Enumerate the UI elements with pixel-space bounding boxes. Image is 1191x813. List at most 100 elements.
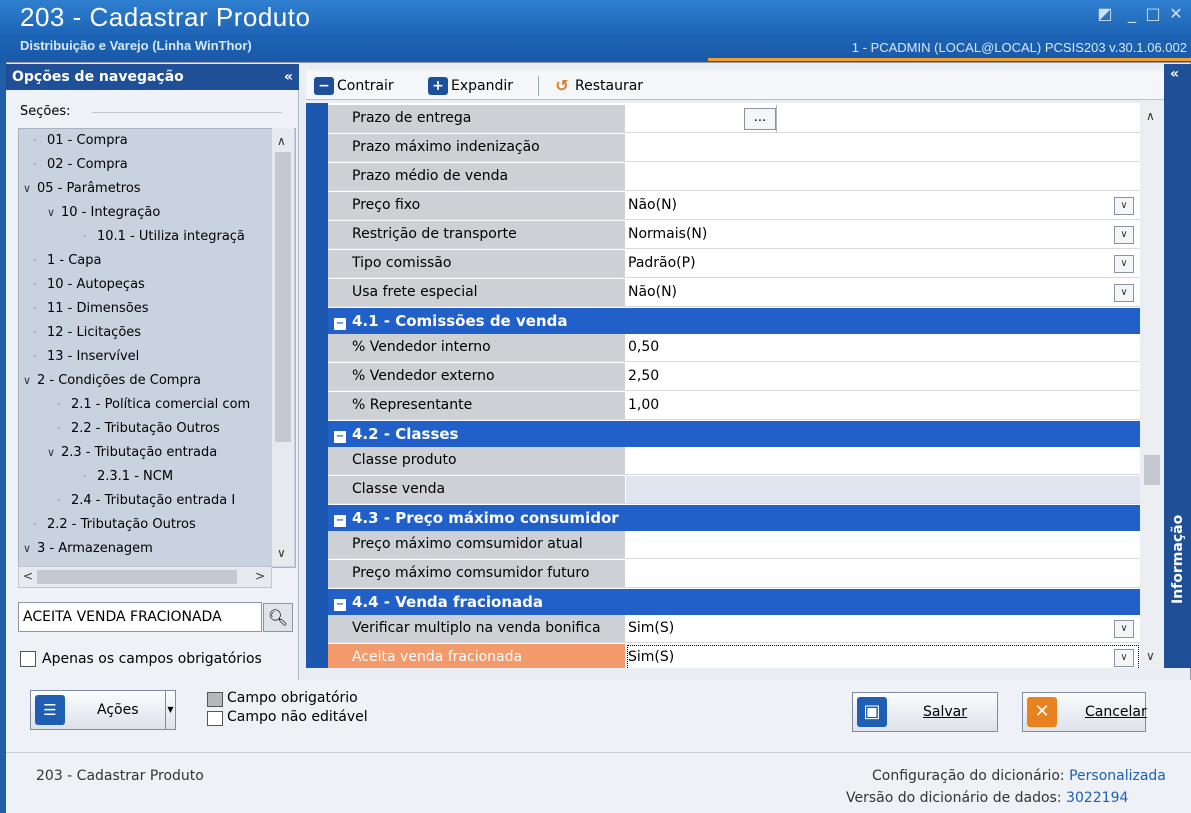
expand-chevron-icon[interactable]: ∨ [23,369,37,393]
property-value[interactable]: Sim(S) ∨ [626,615,1140,642]
property-row[interactable]: Prazo médio de venda [328,163,1140,191]
property-value[interactable]: 1,00 [626,392,1140,419]
expand-chevron-icon[interactable]: ∨ [23,537,37,561]
tree-item[interactable]: · 2.2 - Tributação Outros [57,417,220,441]
property-row[interactable]: Preço fixo Não(N) ∨ [328,192,1140,220]
actions-dropdown-icon[interactable]: ▼ [165,691,175,729]
expand-info-icon[interactable]: « [1170,66,1179,82]
property-row[interactable]: Prazo de entrega... [328,105,1140,133]
dropdown-chevron-icon[interactable]: ∨ [1114,620,1134,638]
property-value[interactable] [626,163,1140,190]
section-header[interactable]: −4.2 - Classes [328,421,1140,447]
minimize-icon[interactable]: _ [1122,4,1142,24]
scroll-right-icon[interactable]: > [255,569,265,583]
restore-window-icon[interactable]: ◩ [1095,4,1115,24]
save-button[interactable]: ▣ Salvar [852,692,998,732]
section-header[interactable]: −4.3 - Preço máximo consumidor [328,505,1140,531]
cancel-button[interactable]: ✕ Cancelar [1022,692,1147,732]
tree-item[interactable]: · 2.2 - Tributação Outros [33,513,196,537]
collapse-section-icon[interactable]: − [334,431,346,443]
property-row[interactable]: % Vendedor interno 0,50 [328,334,1140,362]
property-row[interactable]: % Representante 1,00 [328,392,1140,420]
tree-item[interactable]: · 1 - Capa [33,249,102,273]
tree-item[interactable]: · 01 - Compra [33,129,128,153]
expand-chevron-icon[interactable]: ∨ [47,441,61,465]
tree-item[interactable]: · 2.1 - Política comercial com [57,393,250,417]
tree-item[interactable]: · 2.4 - Tributação entrada I [57,489,235,513]
property-row[interactable]: Aceita venda fracionada Sim(S) ∨ [328,644,1140,668]
tree-item[interactable]: · 10 - Autopeças [33,273,145,297]
dict-config-value[interactable]: Personalizada [1069,768,1166,784]
property-value[interactable]: Normais(N) ∨ [626,221,1140,248]
search-icon[interactable]: 🔍︎ [263,603,293,632]
section-header[interactable]: −4.1 - Comissões de venda [328,308,1140,334]
tree-item[interactable]: ∨ 05 - Parâmetros [23,177,141,201]
property-row[interactable]: Verificar multiplo na venda bonifica Sim(… [328,615,1140,643]
maximize-icon[interactable]: □ [1143,4,1163,24]
property-value[interactable]: 0,50 [626,334,1140,361]
property-value[interactable]: Padrão(P) ∨ [626,250,1140,277]
property-value[interactable] [626,476,1140,503]
expand-button[interactable]: + Expandir [428,76,513,96]
collapse-section-icon[interactable]: − [334,515,346,527]
property-row[interactable]: Classe venda [328,476,1140,504]
tree-item[interactable]: · 11 - Dimensões [33,297,149,321]
property-value[interactable]: Não(N) ∨ [626,192,1140,219]
collapse-section-icon[interactable]: − [334,318,346,330]
scroll-left-icon[interactable]: < [23,569,33,583]
tree-item[interactable]: · 10.1 - Utiliza integraçã [83,225,245,249]
property-row[interactable]: Usa frete especial Não(N) ∨ [328,279,1140,307]
close-icon[interactable]: ✕ [1166,4,1186,24]
actions-button[interactable]: ☰ Ações ▼ [30,690,176,730]
tree-item[interactable]: · 13 - Inservível [33,345,139,369]
expand-chevron-icon[interactable]: ∨ [23,177,37,201]
property-row[interactable]: Tipo comissão Padrão(P) ∨ [328,250,1140,278]
property-value[interactable]: Sim(S) ∨ [626,644,1140,668]
scrollbar-thumb[interactable] [275,152,291,442]
property-value[interactable] [626,447,1140,474]
tree-item[interactable]: ∨ 3 - Armazenagem [23,537,153,561]
property-row[interactable]: Restrição de transporte Normais(N) ∨ [328,221,1140,249]
scrollbar-thumb[interactable] [37,570,237,584]
scroll-down-icon[interactable]: ∨ [1146,649,1155,663]
collapse-section-icon[interactable]: − [334,599,346,611]
property-row[interactable]: Preço máximo comsumidor atual [328,531,1140,559]
collapse-nav-icon[interactable]: « [284,64,293,90]
tree-item[interactable]: ∨ 2 - Condições de Compra [23,369,201,393]
property-row[interactable]: Classe produto [328,447,1140,475]
tree-item[interactable]: ∨ 2.3 - Tributação entrada [47,441,217,465]
property-row[interactable]: % Vendedor externo 2,50 [328,363,1140,391]
restore-button[interactable]: ↺ Restaurar [552,76,643,96]
property-value[interactable]: 2,50 [626,363,1140,390]
expand-chevron-icon[interactable]: ∨ [47,201,61,225]
collapse-button[interactable]: − Contrair [314,76,394,96]
section-header[interactable]: −4.4 - Venda fracionada [328,589,1140,615]
dropdown-chevron-icon[interactable]: ∨ [1114,197,1134,215]
property-row[interactable]: Prazo máximo indenização [328,134,1140,162]
property-row[interactable]: Preço máximo comsumidor futuro [328,560,1140,588]
scroll-up-icon[interactable]: ∧ [1146,109,1155,123]
grid-vertical-scrollbar[interactable]: ∧ ∨ [1142,103,1162,668]
tree-item[interactable]: ∨ 10 - Integração [47,201,160,225]
dropdown-chevron-icon[interactable]: ∨ [1114,255,1134,273]
property-value[interactable]: ... [626,105,1140,132]
dropdown-chevron-icon[interactable]: ∨ [1114,226,1134,244]
property-value[interactable] [626,560,1140,587]
dropdown-chevron-icon[interactable]: ∨ [1114,649,1134,667]
tree-horizontal-scrollbar[interactable]: < > [18,566,272,588]
only-required-checkbox[interactable] [20,651,36,667]
dropdown-chevron-icon[interactable]: ∨ [1114,284,1134,302]
search-input[interactable]: ACEITA VENDA FRACIONADA [18,602,262,632]
tree-item[interactable]: · 2.3.1 - NCM [83,465,173,489]
info-panel[interactable]: « Informação [1164,64,1191,668]
scroll-down-icon[interactable]: ∨ [277,546,286,560]
property-value[interactable] [626,531,1140,558]
tree-vertical-scrollbar[interactable]: ∧ ∨ [272,128,294,566]
tree-item[interactable]: · 12 - Licitações [33,321,141,345]
scrollbar-thumb[interactable] [1144,455,1160,485]
tree-item[interactable]: · 02 - Compra [33,153,128,177]
scroll-up-icon[interactable]: ∧ [277,134,286,148]
property-value[interactable]: Não(N) ∨ [626,279,1140,306]
property-value[interactable] [626,134,1140,161]
ellipsis-button[interactable]: ... [744,108,776,130]
